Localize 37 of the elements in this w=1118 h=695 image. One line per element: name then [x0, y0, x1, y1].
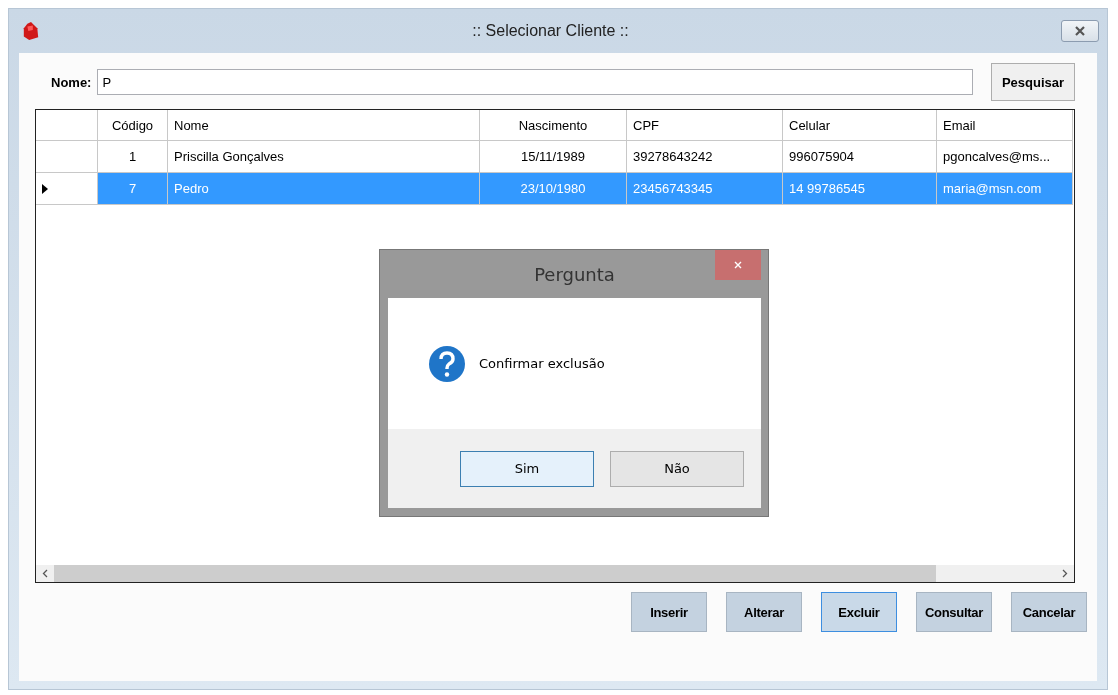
- field-label: Nome:: [51, 74, 92, 90]
- column-header[interactable]: CPF: [627, 110, 783, 141]
- column-header[interactable]: Nome: [168, 110, 480, 141]
- horizontal-scrollbar[interactable]: [36, 565, 1074, 582]
- dialog-message: Confirmar exclusão: [479, 356, 605, 371]
- name-field[interactable]: P: [97, 69, 973, 95]
- bag-icon: [22, 21, 40, 41]
- window-title: :: Selecionar Cliente ::: [471, 22, 630, 40]
- row-header[interactable]: [36, 173, 98, 205]
- table-cell: 23/10/1980: [480, 173, 627, 205]
- column-header[interactable]: Nascimento: [480, 110, 627, 141]
- action-button[interactable]: Excluir: [821, 592, 897, 632]
- table-cell: 23456743345: [627, 173, 783, 205]
- table-cell: 7: [98, 173, 168, 205]
- current-row-icon: [42, 183, 48, 194]
- question-icon: [429, 345, 465, 382]
- dialog-title: Pergunta: [534, 263, 615, 285]
- table-cell: maria@msn.com: [937, 173, 1073, 205]
- row-header[interactable]: [36, 141, 98, 173]
- search-button[interactable]: Pesquisar: [991, 63, 1075, 101]
- action-button[interactable]: Cancelar: [1011, 592, 1087, 632]
- action-button[interactable]: Alterar: [726, 592, 802, 632]
- dialog-button[interactable]: Não: [610, 450, 744, 487]
- scroll-right-icon[interactable]: [1062, 569, 1068, 578]
- table-cell: 14 99786545: [783, 173, 937, 205]
- scrollbar-thumb[interactable]: [54, 565, 936, 582]
- column-header[interactable]: Celular: [783, 110, 937, 141]
- action-button[interactable]: Inserir: [631, 592, 707, 632]
- dialog-button[interactable]: Sim: [460, 450, 594, 487]
- scroll-left-icon[interactable]: [42, 569, 48, 578]
- action-button[interactable]: Consultar: [916, 592, 992, 632]
- column-header[interactable]: Email: [937, 110, 1073, 141]
- table-cell: Pedro: [168, 173, 480, 205]
- close-button[interactable]: [1061, 20, 1099, 42]
- close-icon: [1074, 26, 1086, 36]
- close-icon: [734, 261, 742, 269]
- column-header[interactable]: Código: [98, 110, 168, 141]
